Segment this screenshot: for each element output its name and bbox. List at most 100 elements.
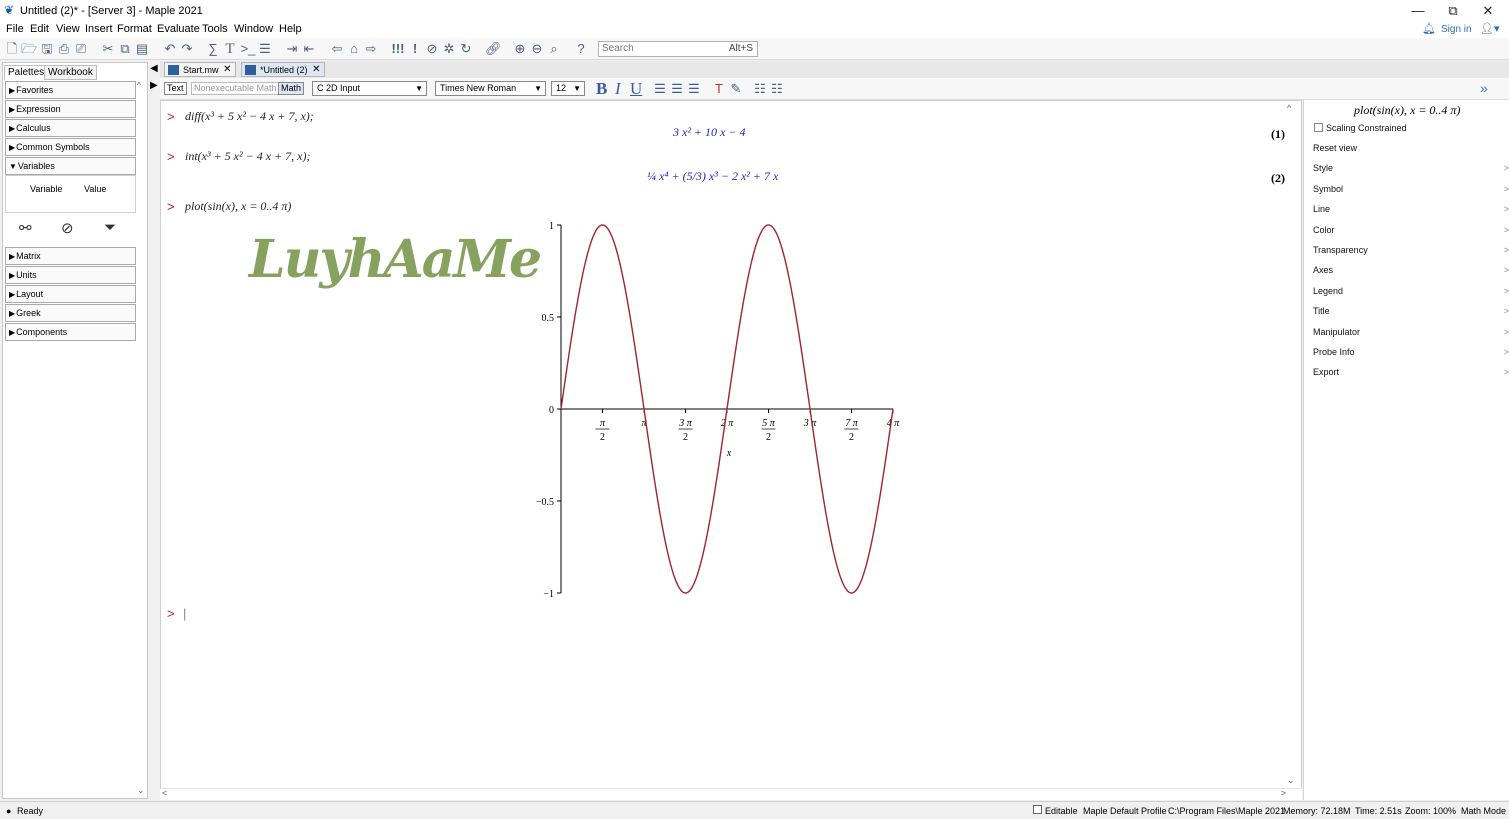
stop-icon[interactable]: ⊘ [424,41,440,57]
palette-calculus[interactable]: ▶Calculus [5,119,136,137]
menu-format[interactable]: Format [117,23,152,35]
highlight-icon[interactable]: ✎ [728,81,744,97]
input-diff[interactable]: diff(x³ + 5 x² − 4 x + 7, x); [185,109,314,124]
menu-evaluate[interactable]: Evaluate [157,23,200,35]
search-input[interactable]: Search Alt+S [598,41,758,57]
menu-insert[interactable]: Insert [85,23,113,35]
context-item-symbol[interactable]: Symbol [1313,184,1343,194]
editable-checkbox[interactable] [1033,805,1042,814]
scroll-down-icon[interactable]: ⌄ [1287,775,1295,786]
menu-file[interactable]: File [6,23,24,35]
scroll-down-icon[interactable]: ⌄ [137,785,145,796]
filter-icon[interactable]: ⏷ [104,219,116,236]
new-icon[interactable]: 🗋 [4,41,20,57]
scroll-up-icon[interactable]: ^ [1287,103,1291,113]
palette-matrix[interactable]: ▶Matrix [5,247,136,265]
context-item-axes[interactable]: Axes [1313,265,1333,275]
italic-button[interactable]: I [615,79,621,99]
tab-workbook[interactable]: Workbook [44,65,97,80]
zoom-out-icon[interactable]: ⊖ [529,41,545,57]
menu-view[interactable]: View [56,23,80,35]
math-mode-button[interactable]: Math [278,82,305,95]
input-plot[interactable]: plot(sin(x), x = 0..4 π) [185,199,291,214]
align-left-icon[interactable]: ☰ [652,81,668,97]
context-item-title[interactable]: Title [1313,306,1330,316]
palette-components[interactable]: ▶Components [5,323,136,341]
palette-expression[interactable]: ▶Expression [5,100,136,118]
bell-icon[interactable]: 🔔︎ [1422,22,1436,35]
collapse-left-icon[interactable]: ◀ [150,63,158,74]
menu-window[interactable]: Window [234,23,273,35]
bold-button[interactable]: B [596,79,607,99]
text-mode-button[interactable]: Text [164,82,187,95]
font-select[interactable]: Times New Roman ▼ [435,81,546,96]
restart-icon[interactable]: ↻ [458,41,474,57]
text-mode-icon[interactable]: T [222,41,238,57]
text-cursor[interactable]: | [183,606,186,621]
zoom-reset-icon[interactable]: ⌕ [546,41,562,57]
nonexecutable-math-button[interactable]: Nonexecutable Math [191,82,280,95]
palette-layout[interactable]: ▶Layout [5,285,136,303]
palette-greek[interactable]: ▶Greek [5,304,136,322]
close-button[interactable]: ✕ [1471,2,1505,20]
worksheet[interactable]: > diff(x³ + 5 x² − 4 x + 7, x); 3 x² + 1… [160,100,1302,790]
horizontal-scrollbar[interactable]: < > [160,788,1302,800]
indent-icon[interactable]: ⇥ [284,41,300,57]
print-icon[interactable]: ⎙ [56,41,72,57]
context-item-manipulator[interactable]: Manipulator [1313,327,1360,337]
math-mode-icon[interactable]: ∑ [205,41,221,57]
paste-icon[interactable]: ▤ [134,41,150,57]
redo-icon[interactable]: ↷ [179,41,195,57]
execute-icon[interactable]: ! [407,41,423,57]
menu-tools[interactable]: Tools [202,23,228,35]
tab-palettes[interactable]: Palettes [4,65,49,80]
expand-right-icon[interactable]: ▶ [150,80,158,91]
context-item-probe-info[interactable]: Probe Info [1313,347,1355,357]
forward-icon[interactable]: ⇨ [363,41,379,57]
close-tab-icon[interactable]: ✕ [312,63,320,77]
link-icon[interactable]: 🔗︎ [485,41,502,57]
user-icon[interactable]: 👤︎▾ [1480,22,1500,35]
print-preview-icon[interactable]: ⎚ [73,41,89,57]
context-item-color[interactable]: Color [1313,225,1335,235]
palette-common-symbols[interactable]: ▶Common Symbols [5,138,136,156]
collapse-panel-icon[interactable]: » [1480,80,1488,96]
menu-edit[interactable]: Edit [30,23,49,35]
glasses-icon[interactable]: ⚯ [19,219,32,237]
close-tab-icon[interactable]: ✕ [223,63,231,77]
open-icon[interactable]: 🗁 [21,41,37,57]
outdent-icon[interactable]: ⇤ [301,41,317,57]
numbered-list-icon[interactable]: ☷ [769,81,785,97]
bullet-list-icon[interactable]: ☷ [752,81,768,97]
palette-variables[interactable]: ▼Variables [5,157,136,175]
scaling-checkbox[interactable] [1314,123,1323,132]
context-item-line[interactable]: Line [1313,204,1330,214]
underline-button[interactable]: U [630,79,642,99]
context-item-transparency[interactable]: Transparency [1313,245,1368,255]
align-right-icon[interactable]: ☰ [686,81,702,97]
undo-icon[interactable]: ↶ [162,41,178,57]
back-icon[interactable]: ⇦ [329,41,345,57]
save-icon[interactable]: 🖫 [39,41,55,57]
tab-start[interactable]: Start.mw ✕ [164,62,236,77]
section-icon[interactable]: ☰ [257,41,273,57]
input-mode-select[interactable]: C 2D Input ▼ [312,81,427,96]
palette-favorites[interactable]: ▶Favorites [5,81,136,99]
prompt-icon[interactable]: >_ [240,41,256,57]
context-item-export[interactable]: Export [1313,367,1339,377]
context-item-reset-view[interactable]: Reset view [1313,143,1357,153]
hide-icon[interactable]: ⊘ [61,219,74,237]
restore-button[interactable]: ⧉ [1436,2,1470,20]
input-int[interactable]: int(x³ + 5 x² − 4 x + 7, x); [185,149,310,164]
help-icon[interactable]: ? [573,41,589,57]
sine-plot[interactable]: 10.50−0.5−1π2π 3 π22 π5 π23 π7 π24 πx [527,213,907,603]
home-icon[interactable]: ⌂ [346,41,362,57]
debug-icon[interactable]: ✲ [441,41,457,57]
tab-untitled[interactable]: *Untitled (2) ✕ [241,62,325,77]
palette-units[interactable]: ▶Units [5,266,136,284]
context-item-style[interactable]: Style [1313,163,1333,173]
execute-all-icon[interactable]: !!! [390,41,406,57]
context-item-legend[interactable]: Legend [1313,286,1343,296]
menu-help[interactable]: Help [279,23,302,35]
scroll-up-icon[interactable]: ^ [137,81,141,90]
